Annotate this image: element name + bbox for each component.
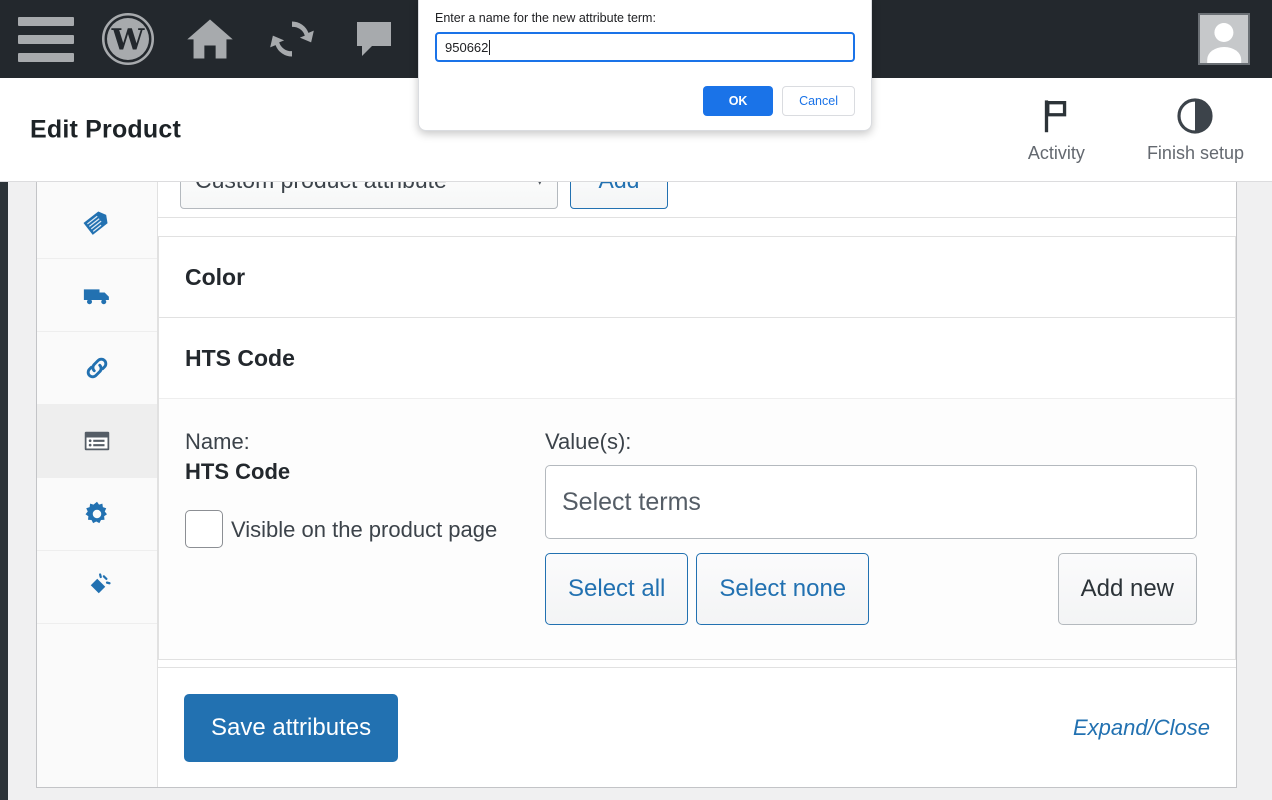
attributes-card-icon (82, 426, 112, 456)
prompt-buttons: OK Cancel (435, 86, 855, 116)
attribute-type-value: Custom product attribute (195, 182, 447, 194)
select-terms-input[interactable]: Select terms (545, 465, 1197, 539)
term-buttons: Select all Select none Add new (545, 553, 1197, 625)
link-icon (82, 353, 112, 383)
attribute-list: Color HTS Code Name: HTS Code Visible on… (158, 236, 1236, 660)
close-link[interactable]: Close (1154, 715, 1210, 740)
attribute-values-column: Value(s): Select terms Select all Select… (545, 427, 1209, 625)
home-icon (184, 13, 236, 65)
attribute-header-hts-code[interactable]: HTS Code (159, 318, 1235, 398)
attribute-header-color[interactable]: Color (159, 237, 1235, 317)
wp-body: Custom product attribute ▾ Add Color HTS… (0, 182, 1272, 800)
truck-icon (82, 280, 112, 310)
tag-icon (82, 207, 112, 237)
page-header-actions: Activity Finish setup (1028, 96, 1244, 164)
attributes-footer: Save attributes Expand/Close (158, 667, 1236, 787)
prompt-input-value: 950662 (445, 40, 488, 55)
finish-setup-button[interactable]: Finish setup (1147, 96, 1244, 164)
visible-on-product-page-row[interactable]: Visible on the product page (185, 510, 531, 548)
visible-on-product-page-checkbox[interactable] (185, 510, 223, 548)
attribute-type-select[interactable]: Custom product attribute ▾ (180, 182, 558, 209)
comment-bubble-icon (350, 15, 398, 63)
sidebar-item-attributes[interactable] (37, 405, 157, 478)
gear-icon (82, 499, 112, 529)
attribute-name-value: HTS Code (185, 457, 531, 487)
prompt-ok-button[interactable]: OK (703, 86, 773, 116)
page-title: Edit Product (30, 115, 181, 144)
add-attribute-button[interactable]: Add (570, 182, 668, 209)
expand-close-links: Expand/Close (1073, 715, 1210, 741)
plug-icon (82, 572, 112, 602)
attribute-item-hts-code: HTS Code Name: HTS Code Visible on the p… (158, 317, 1236, 660)
text-caret (489, 40, 490, 55)
wordpress-icon: W (100, 11, 156, 67)
site-home-button[interactable] (182, 11, 238, 67)
sidebar-item-plugin[interactable] (37, 551, 157, 624)
chevron-down-icon: ▾ (536, 182, 543, 189)
sidebar-item-shipping[interactable] (37, 259, 157, 332)
save-attributes-button[interactable]: Save attributes (184, 694, 398, 762)
finish-setup-label: Finish setup (1147, 143, 1244, 164)
attribute-name-column: Name: HTS Code Visible on the product pa… (185, 427, 545, 625)
sidebar-item-inventory[interactable] (37, 186, 157, 259)
prompt-input[interactable]: 950662 (435, 32, 855, 62)
sidebar-item-linked-products[interactable] (37, 332, 157, 405)
screen-root: W (0, 0, 1272, 800)
attributes-content: Custom product attribute ▾ Add Color HTS… (158, 182, 1236, 787)
activity-button[interactable]: Activity (1028, 96, 1085, 164)
hamburger-icon (18, 17, 74, 62)
prompt-cancel-button[interactable]: Cancel (782, 86, 855, 116)
svg-text:W: W (111, 23, 146, 57)
product-data-panel: Custom product attribute ▾ Add Color HTS… (36, 182, 1237, 788)
menu-toggle-button[interactable] (18, 11, 74, 67)
add-new-button[interactable]: Add new (1058, 553, 1197, 625)
admin-menu-strip[interactable] (0, 182, 8, 800)
attribute-body-hts-code: Name: HTS Code Visible on the product pa… (159, 398, 1235, 659)
refresh-icon (265, 12, 319, 66)
flag-icon (1037, 96, 1075, 136)
updates-button[interactable] (264, 11, 320, 67)
comments-button[interactable] (346, 11, 402, 67)
select-all-button[interactable]: Select all (545, 553, 688, 625)
values-label: Value(s): (545, 427, 1209, 457)
avatar[interactable] (1198, 13, 1250, 65)
admin-bar-items: W (0, 11, 402, 67)
progress-circle-icon (1175, 96, 1215, 136)
wordpress-logo-button[interactable]: W (100, 11, 156, 67)
visible-on-product-page-label: Visible on the product page (231, 517, 497, 542)
attribute-item-color: Color (158, 236, 1236, 317)
prompt-dialog: Enter a name for the new attribute term:… (418, 0, 872, 131)
select-none-button[interactable]: Select none (696, 553, 869, 625)
product-data-tabs (37, 182, 158, 787)
prompt-message: Enter a name for the new attribute term: (435, 11, 855, 25)
expand-link[interactable]: Expand (1073, 715, 1148, 740)
add-attribute-row: Custom product attribute ▾ Add (158, 182, 1236, 218)
activity-label: Activity (1028, 143, 1085, 164)
attribute-name-label: Name: (185, 427, 531, 457)
sidebar-item-advanced[interactable] (37, 478, 157, 551)
